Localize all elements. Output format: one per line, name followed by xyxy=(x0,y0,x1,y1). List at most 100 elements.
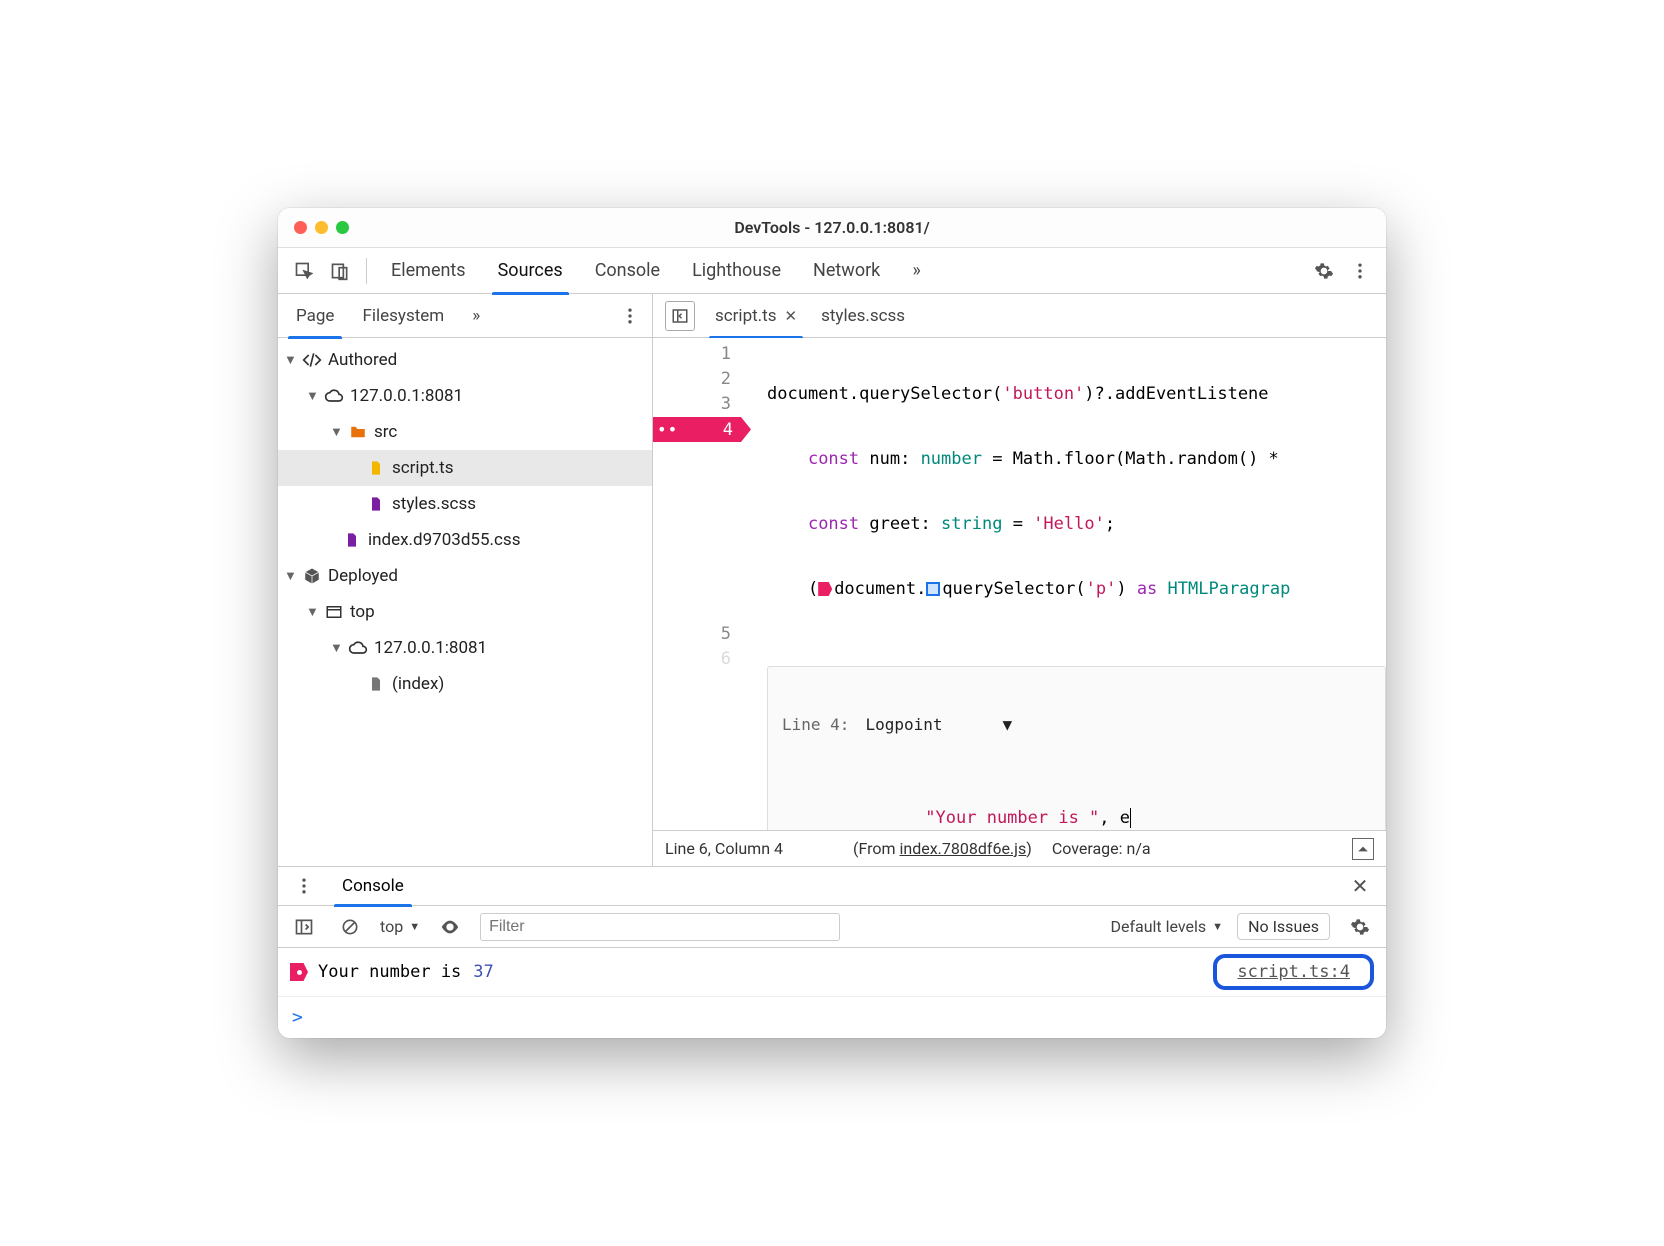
navigator-tabs: Page Filesystem » xyxy=(278,294,652,338)
code-icon xyxy=(302,350,322,370)
tree-label: 127.0.0.1:8081 xyxy=(350,386,463,406)
tree-host[interactable]: ▼ 127.0.0.1:8081 xyxy=(278,378,652,414)
file-tab-bar: script.ts ✕ styles.scss xyxy=(653,294,1386,338)
line-number[interactable]: 5 xyxy=(657,622,731,647)
file-tab-label: styles.scss xyxy=(821,306,905,326)
tab-lighthouse[interactable]: Lighthouse xyxy=(678,248,795,294)
line-number[interactable]: 6 xyxy=(657,647,731,672)
file-icon xyxy=(366,458,386,478)
tree-top[interactable]: ▼ top xyxy=(278,594,652,630)
context-label: top xyxy=(380,917,403,936)
sources-panel: Page Filesystem » ▼ Authored ▼ 127.0.0.1… xyxy=(278,294,1386,866)
close-window-button[interactable] xyxy=(294,221,307,234)
console-sidebar-toggle-icon[interactable] xyxy=(288,911,320,943)
line-number[interactable]: 1 xyxy=(657,342,731,367)
code-content[interactable]: document.querySelector('button')?.addEve… xyxy=(751,338,1386,830)
breakpoint-type-select[interactable]: Logpoint ▼ xyxy=(865,715,1012,734)
tree-label: styles.scss xyxy=(392,494,476,514)
drawer-tab-console[interactable]: Console xyxy=(334,866,412,906)
file-tab-script[interactable]: script.ts ✕ xyxy=(705,294,807,338)
code-editor[interactable]: 1 2 3 4 4 •• 5 6 document.querySelector(… xyxy=(653,338,1386,830)
file-icon xyxy=(366,494,386,514)
inspect-element-icon[interactable] xyxy=(288,255,320,287)
logpoint-marker-icon xyxy=(290,963,308,981)
levels-label: Default levels xyxy=(1110,917,1206,936)
navigator-kebab-icon[interactable] xyxy=(614,300,646,332)
clear-console-icon[interactable] xyxy=(334,911,366,943)
console-prompt[interactable]: > xyxy=(278,997,1386,1038)
toggle-bottom-bar-icon[interactable] xyxy=(1352,838,1374,860)
file-tree[interactable]: ▼ Authored ▼ 127.0.0.1:8081 ▼ src script… xyxy=(278,338,652,866)
tree-label: top xyxy=(350,602,375,622)
log-levels-selector[interactable]: Default levels ▼ xyxy=(1110,917,1223,936)
cursor-position: Line 6, Column 4 xyxy=(665,839,783,858)
coverage-status: Coverage: n/a xyxy=(1052,839,1151,858)
toggle-navigator-icon[interactable] xyxy=(665,301,695,331)
console-log-row[interactable]: Your number is 37 script.ts:4 xyxy=(278,948,1386,997)
step-marker-icon xyxy=(926,582,940,596)
tree-file-index[interactable]: (index) xyxy=(278,666,652,702)
console-source-link[interactable]: script.ts:4 xyxy=(1227,958,1360,986)
navigator-tab-filesystem[interactable]: Filesystem xyxy=(350,294,456,338)
console-output: Your number is 37 script.ts:4 > xyxy=(278,948,1386,1038)
minimize-window-button[interactable] xyxy=(315,221,328,234)
line-number[interactable]: 3 xyxy=(657,392,731,417)
tree-label: src xyxy=(374,422,397,442)
tree-label: (index) xyxy=(392,674,444,694)
chevron-down-icon: ▼ xyxy=(1003,715,1013,734)
file-tab-label: script.ts xyxy=(715,306,777,326)
log-value: 37 xyxy=(473,962,493,982)
issues-button[interactable]: No Issues xyxy=(1237,913,1330,940)
chevron-down-icon: ▼ xyxy=(409,920,420,933)
navigator-tab-page[interactable]: Page xyxy=(284,294,346,338)
line-number[interactable]: 2 xyxy=(657,367,731,392)
tree-file-styles[interactable]: styles.scss xyxy=(278,486,652,522)
tab-elements[interactable]: Elements xyxy=(377,248,480,294)
window-icon xyxy=(324,602,344,622)
navigator-panel: Page Filesystem » ▼ Authored ▼ 127.0.0.1… xyxy=(278,294,653,866)
editor-status-bar: Line 6, Column 4 (From index.7808df6e.js… xyxy=(653,830,1386,866)
breakpoint-type-value: Logpoint xyxy=(865,715,942,734)
tree-label: Deployed xyxy=(328,566,398,586)
file-tab-styles[interactable]: styles.scss xyxy=(811,294,915,338)
navigator-tabs-overflow[interactable]: » xyxy=(460,294,492,338)
traffic-lights xyxy=(278,221,349,234)
title-bar: DevTools - 127.0.0.1:8081/ xyxy=(278,208,1386,248)
tab-sources[interactable]: Sources xyxy=(484,248,577,294)
tabs-overflow[interactable]: » xyxy=(898,248,934,294)
console-drawer-header: Console ✕ xyxy=(278,866,1386,906)
folder-icon xyxy=(348,422,368,442)
close-drawer-icon[interactable]: ✕ xyxy=(1344,870,1376,902)
device-toolbar-icon[interactable] xyxy=(324,255,356,287)
drawer-kebab-icon[interactable] xyxy=(288,870,320,902)
tree-label: Authored xyxy=(328,350,397,370)
tree-folder-src[interactable]: ▼ src xyxy=(278,414,652,450)
kebab-menu-icon[interactable] xyxy=(1344,255,1376,287)
console-filter-input[interactable] xyxy=(480,913,840,941)
tree-authored[interactable]: ▼ Authored xyxy=(278,342,652,378)
editor-gutter[interactable]: 1 2 3 4 4 •• 5 6 xyxy=(653,338,751,830)
sourcemap-origin[interactable]: (From index.7808df6e.js) xyxy=(853,839,1032,858)
execution-context-selector[interactable]: top ▼ xyxy=(380,917,420,936)
editor-panel: script.ts ✕ styles.scss 1 2 3 4 4 •• xyxy=(653,294,1386,866)
close-tab-icon[interactable]: ✕ xyxy=(785,307,798,325)
logpoint-gutter-marker[interactable]: 4 •• xyxy=(653,417,751,442)
console-settings-gear-icon[interactable] xyxy=(1344,911,1376,943)
tree-file-script[interactable]: script.ts xyxy=(278,450,652,486)
breakpoint-line-label: Line 4: xyxy=(782,715,849,734)
tab-network[interactable]: Network xyxy=(799,248,894,294)
source-link-highlight: script.ts:4 xyxy=(1213,954,1374,990)
line-number: 4 xyxy=(723,420,733,440)
settings-gear-icon[interactable] xyxy=(1308,255,1340,287)
tree-file-indexcss[interactable]: index.d9703d55.css xyxy=(278,522,652,558)
separator xyxy=(366,258,367,284)
breakpoint-editor: Line 4: Logpoint ▼ "Your number is ", e … xyxy=(767,666,1386,830)
tab-console[interactable]: Console xyxy=(581,248,674,294)
chevron-down-icon: ▼ xyxy=(1212,920,1223,933)
logpoint-expression-input[interactable]: "Your number is ", e xyxy=(768,782,1385,830)
tree-deployed[interactable]: ▼ Deployed xyxy=(278,558,652,594)
file-icon xyxy=(366,674,386,694)
zoom-window-button[interactable] xyxy=(336,221,349,234)
live-expression-icon[interactable] xyxy=(434,911,466,943)
tree-host-deployed[interactable]: ▼ 127.0.0.1:8081 xyxy=(278,630,652,666)
